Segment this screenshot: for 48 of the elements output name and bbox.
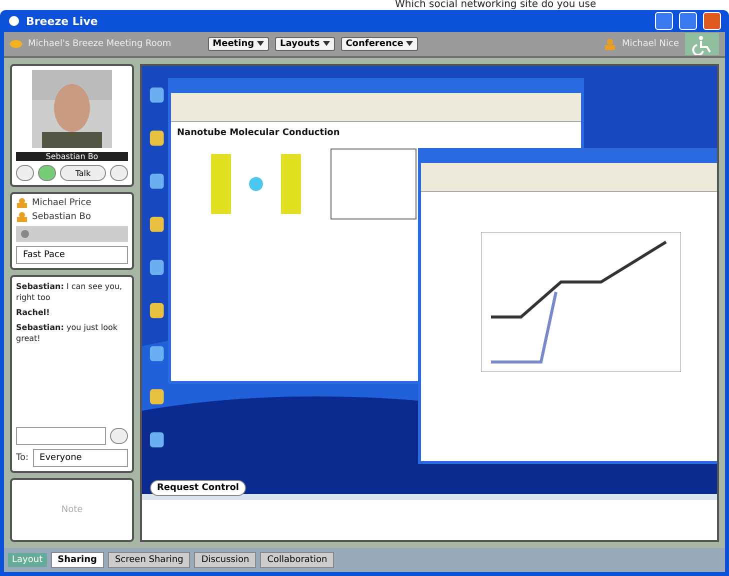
talk-button[interactable]: Talk [60, 165, 106, 181]
menu-dropdown[interactable]: Conference [340, 37, 418, 51]
layout-tab[interactable]: Screen Sharing [108, 552, 190, 568]
camera-button[interactable] [38, 165, 56, 181]
attendee-name: Michael Price [32, 198, 92, 208]
menu-dropdown[interactable]: Layouts [275, 37, 335, 51]
next-button[interactable] [110, 165, 128, 181]
note-text: Note [61, 505, 83, 515]
caret-icon [322, 41, 330, 46]
layout-tab[interactable]: Discussion [194, 552, 256, 568]
previous-button[interactable] [16, 165, 34, 181]
close-button[interactable] [703, 12, 721, 30]
attendee-name: Sebastian Bo [32, 212, 91, 222]
chat-input[interactable] [16, 427, 106, 445]
window-title: Breeze Live [26, 14, 99, 28]
status-icon [19, 229, 31, 239]
status-icon [10, 39, 22, 49]
user-name: Michael Nice [622, 39, 680, 49]
desktop-shortcut-icon[interactable] [150, 174, 164, 189]
status-dropdown[interactable]: Fast Pace [16, 246, 128, 264]
layout-label: Layout [8, 553, 47, 567]
caret-icon [257, 41, 264, 46]
desktop-shortcut-icon[interactable] [150, 303, 164, 318]
minimize-button[interactable] [655, 12, 673, 30]
recipient-dropdown[interactable]: Everyone [32, 449, 128, 467]
layout-tab[interactable]: Sharing [50, 552, 104, 568]
layout-tab[interactable]: Collaboration [260, 552, 334, 568]
desktop-shortcut-icon[interactable] [150, 130, 164, 146]
user-icon [604, 38, 616, 50]
menu-dropdown[interactable]: Meeting [208, 37, 270, 51]
accessibility-icon[interactable] [685, 33, 720, 55]
chat-message: Rachel! [16, 307, 51, 318]
app-icon [8, 15, 20, 27]
desktop-shortcut-icon[interactable] [150, 88, 164, 103]
to-label: To: [16, 453, 29, 463]
video-name-label: Sebastian Bo [16, 152, 128, 161]
send-button[interactable] [110, 428, 128, 444]
caret-icon [406, 41, 414, 46]
person-icon [16, 198, 28, 208]
page-heading: Nanotube Molecular Conduction [176, 127, 341, 140]
person-icon [16, 212, 28, 222]
desktop-shortcut-icon[interactable] [150, 389, 164, 404]
desktop-shortcut-icon[interactable] [150, 346, 164, 362]
request-control-button[interactable]: Request Control [150, 480, 246, 496]
chat-message: Sebastian: you just look great! [16, 322, 119, 344]
chat-message: Sebastian: I can see you, right too [16, 281, 124, 303]
room-name: Michael's Breeze Meeting Room [28, 39, 172, 49]
maximize-button[interactable] [679, 12, 697, 30]
